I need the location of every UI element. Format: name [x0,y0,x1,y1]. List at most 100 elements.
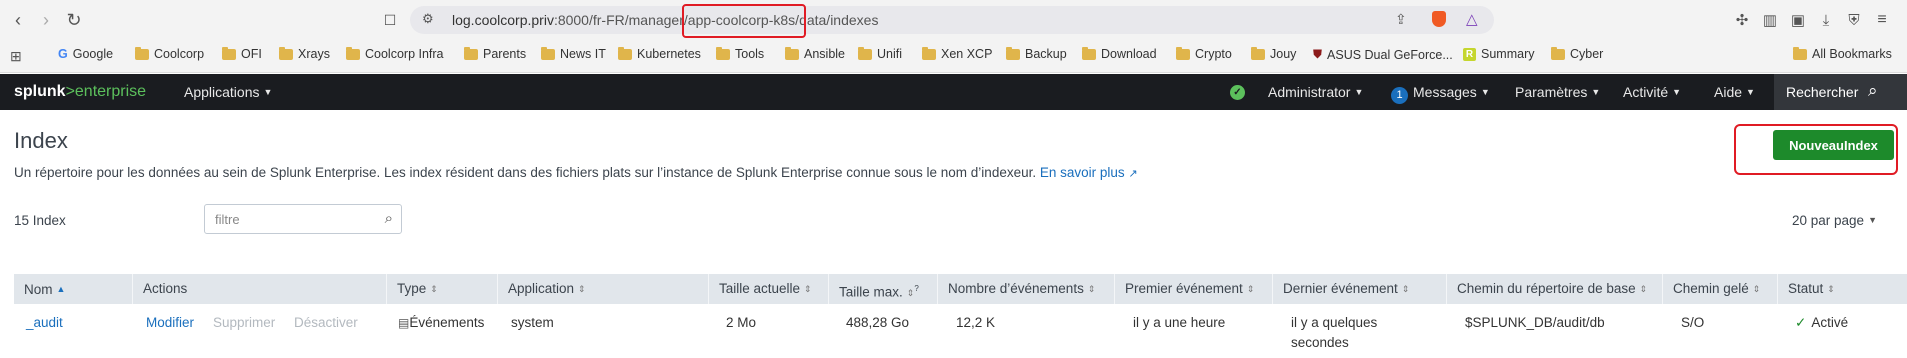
sidebar-icon[interactable]: ▥ [1758,8,1782,32]
messages-menu[interactable]: 1 Messages ▼ [1391,84,1490,104]
caret-down-icon: ▼ [1868,215,1877,225]
administrator-menu[interactable]: Administrator ▼ [1268,84,1363,100]
messages-count-badge: 1 [1391,87,1408,104]
bookmark-folder[interactable]: Kubernetes [618,46,701,61]
bookmark-folder[interactable]: Backup [1006,46,1067,61]
url-annotation-box [682,4,806,38]
per-page-label: 20 par page [1792,213,1865,228]
index-name-link[interactable]: _audit [26,313,63,333]
check-icon: ✓ [1795,315,1807,330]
bookmark-folder[interactable]: Coolcorp [135,46,204,61]
applications-menu[interactable]: Applications ▼ [184,84,272,100]
all-bookmarks[interactable]: All Bookmarks [1793,46,1892,61]
menu-icon[interactable]: ≡ [1870,8,1894,32]
bookmark-folder[interactable]: News IT [541,46,606,61]
column-header-application[interactable]: Application ⇕ [497,274,708,304]
folder-icon [618,46,632,60]
column-header-home-path[interactable]: Chemin du répertoire de base ⇕ [1446,274,1662,304]
bookmark-folder[interactable]: Xen XCP [922,46,993,61]
bookmark-folder[interactable]: Tools [716,46,764,61]
column-label: Type [397,281,427,296]
filter-input[interactable] [213,211,377,228]
reload-icon[interactable]: ↻ [62,8,86,32]
bookmark-folder[interactable]: Jouy [1251,46,1296,61]
bookmark-folder[interactable]: Coolcorp Infra [346,46,444,61]
search-button[interactable]: Rechercher ⌕ [1774,74,1907,110]
forward-icon[interactable]: › [34,8,58,32]
administrator-label: Administrator [1268,84,1351,100]
folder-icon [279,46,293,60]
health-ok-icon[interactable]: ✓ [1230,85,1245,100]
folder-icon [1551,46,1565,60]
bookmark-label: Backup [1025,47,1067,61]
per-page-select[interactable]: 20 par page ▼ [1792,213,1877,228]
bookmark-page-icon[interactable]: ☐ [378,8,402,32]
folder-icon [222,46,236,60]
column-label: Nom [24,282,53,297]
column-label: Premier événement [1125,281,1243,296]
edit-action[interactable]: Modifier [146,313,194,333]
url-path-start: :8000/fr-FR/manager [553,12,684,28]
bookmark-asus[interactable]: ⛊ ASUS Dual GeForce... [1313,47,1453,62]
column-header-status[interactable]: Statut ⇕ [1777,274,1907,304]
new-index-button[interactable]: NouveauIndex [1773,130,1894,160]
bookmark-folder[interactable]: OFI [222,46,262,61]
column-header-current-size[interactable]: Taille actuelle ⇕ [708,274,828,304]
wallet-icon[interactable]: ▣ [1786,8,1810,32]
column-header-max-size[interactable]: Taille max. ⇕? [828,274,937,304]
downloads-icon[interactable]: ⤓ [1814,8,1838,32]
help-menu[interactable]: Aide ▼ [1714,84,1755,100]
brave-shield-icon[interactable] [1432,11,1446,27]
search-label: Rechercher [1786,84,1859,100]
settings-menu[interactable]: Paramètres ▼ [1515,84,1600,100]
bookmark-folder[interactable]: Crypto [1176,46,1232,61]
folder-icon [1006,46,1020,60]
column-header-type[interactable]: Type ⇕ [386,274,497,304]
sort-icon: ⇕ [804,284,812,294]
learn-more-link[interactable]: En savoir plus ↗ [1040,165,1138,180]
column-header-first-event[interactable]: Premier événement ⇕ [1114,274,1272,304]
all-bookmarks-label: All Bookmarks [1812,47,1892,61]
sort-icon: ⇕ [1639,284,1648,294]
activity-menu[interactable]: Activité ▼ [1623,84,1681,100]
bookmark-folder[interactable]: Cyber [1551,46,1603,61]
table-header: Nom ▲ Actions Type ⇕ Application ⇕ Taille a… [14,274,1907,304]
bookmark-folder[interactable]: Ansible [785,46,845,61]
caret-down-icon: ▼ [1591,87,1601,97]
bookmark-label: Unifi [877,47,903,61]
sort-icon: ⇕ [1401,284,1410,294]
column-header-actions: Actions [132,274,386,304]
share-icon[interactable]: ⇪ [1395,11,1407,28]
folder-icon [858,46,872,60]
column-header-event-count[interactable]: Nombre d’événements ⇕ [937,274,1114,304]
bookmark-folder[interactable]: Parents [464,46,526,61]
sort-icon: ⇕ [1087,284,1096,294]
vpn-icon[interactable]: ⛨ [1842,8,1866,32]
sort-icon: ⇕ [1827,284,1835,294]
site-settings-icon[interactable]: ⚙ [422,11,434,27]
back-icon[interactable]: ‹ [6,8,30,32]
bookmark-label: Kubernetes [637,47,701,61]
index-count: 15 Index [14,213,66,228]
apps-grid-icon[interactable]: ⊞ [10,48,22,65]
splunk-app-bar: splunk>enterprise Applications ▼ ✓ Admini… [0,74,1907,110]
bookmark-folder[interactable]: Unifi [858,46,903,61]
bookmark-folder[interactable]: Download [1082,46,1157,61]
column-header-last-event[interactable]: Dernier événement ⇕ [1272,274,1446,304]
brave-rewards-icon[interactable]: △ [1466,10,1478,28]
splunk-logo[interactable]: splunk>enterprise [14,83,146,101]
caret-down-icon: ▼ [1672,87,1682,97]
extensions-icon[interactable]: ✣ [1730,8,1754,32]
address-bar[interactable]: ⚙ log.coolcorp.priv:8000/fr-FR/manager/a… [410,6,1494,34]
bookmark-label: Xen XCP [941,47,993,61]
bookmark-folder[interactable]: Xrays [279,46,330,61]
folder-icon [464,46,478,60]
folder-icon [922,46,936,60]
bookmark-google[interactable]: G Google [58,47,113,61]
column-header-frozen-path[interactable]: Chemin gelé ⇕ [1662,274,1777,304]
search-icon: ⌕ [384,210,393,227]
filter-field[interactable]: ⌕ [204,204,402,234]
application-cell: system [511,315,554,330]
column-header-name[interactable]: Nom ▲ [14,274,132,304]
bookmark-summary[interactable]: R Summary [1463,47,1534,61]
